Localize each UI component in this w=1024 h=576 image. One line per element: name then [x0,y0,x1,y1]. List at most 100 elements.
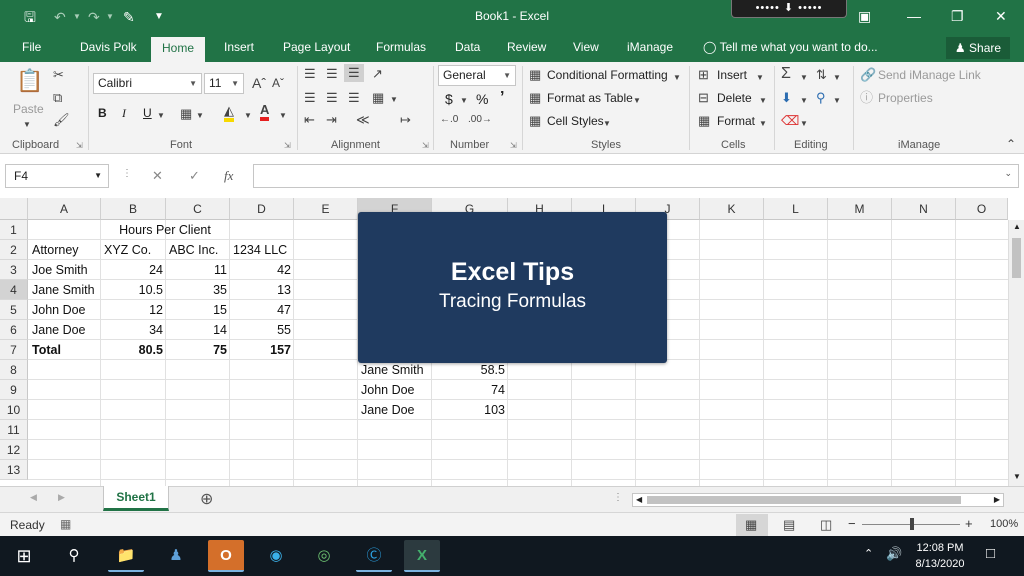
paste-dropdown-icon[interactable]: ▼ [23,117,31,133]
name-cell[interactable]: Joe Smith [29,260,101,280]
underline-dropdown-icon[interactable]: ▼ [157,108,165,124]
italic-button[interactable]: I [122,106,126,121]
insert-cells-button[interactable]: Insert [717,68,747,82]
chevron-down-icon[interactable]: ▼ [633,93,641,109]
formula-input[interactable]: ⌄ [253,164,1019,188]
middle-align-icon[interactable]: ☰ [326,66,338,82]
decrease-decimal-icon[interactable]: .00→ [468,112,492,128]
value-cell[interactable]: 11 [166,260,230,280]
row-header[interactable]: 6 [0,320,28,340]
column-header[interactable]: L [764,198,828,220]
value-cell[interactable]: 24 [101,260,166,280]
clear-dropdown-icon[interactable]: ▼ [800,116,808,132]
expand-formula-icon[interactable]: ⌄ [1004,168,1012,179]
chevron-down-icon[interactable]: ▼ [759,116,767,132]
clear-icon[interactable]: ⌫ [781,113,799,129]
row-header[interactable]: 8 [0,360,28,380]
conditional-formatting-button[interactable]: Conditional Formatting [547,68,668,82]
font-size-select[interactable]: 11 ▼ [204,73,244,94]
total-cell[interactable]: 75 [166,340,230,360]
autosum-icon[interactable]: Σ [781,66,791,82]
name-cell[interactable]: Jane Doe [29,320,101,340]
fill-color-icon[interactable]: ◭ [224,104,234,122]
sort-dropdown-icon[interactable]: ▼ [833,70,841,86]
tab-imanage[interactable]: iManage [627,40,673,54]
zoom-out-button[interactable]: − [848,516,856,531]
copy-icon[interactable]: ⧉ [53,90,62,106]
row-header[interactable]: 1 [0,220,28,240]
row-header[interactable]: 3 [0,260,28,280]
tab-formulas[interactable]: Formulas [376,40,426,54]
cell-styles-button[interactable]: Cell Styles [547,114,604,128]
scroll-left-icon[interactable]: ◀ [636,495,642,504]
value-cell[interactable]: 35 [166,280,230,300]
page-break-view-icon[interactable]: ◫ [820,517,832,533]
number-format-select[interactable]: General ▼ [438,65,516,86]
tab-file[interactable]: File [22,40,41,54]
decrease-font-icon[interactable]: Aˇ [272,75,284,91]
chevron-down-icon[interactable]: ▼ [756,70,764,86]
tab-insert[interactable]: Insert [224,40,254,54]
page-layout-view-icon[interactable]: ▤ [783,517,795,533]
file-explorer-icon[interactable]: 📁 [108,540,144,572]
header-cell[interactable]: Attorney [29,240,101,260]
percent-button[interactable]: % [476,91,488,107]
format-cells-button[interactable]: Format [717,114,755,128]
top-align-icon[interactable]: ☰ [304,66,316,82]
share-button[interactable]: ♟ Share [946,37,1010,59]
prev-sheet-icon[interactable]: ◀ [30,492,37,503]
tab-davis-polk[interactable]: Davis Polk [80,40,137,54]
zoom-in-button[interactable]: + [965,516,973,531]
tab-review[interactable]: Review [507,40,546,54]
minimize-icon[interactable]: — [907,8,921,24]
show-hidden-icons[interactable]: ⌃ [864,547,873,560]
underline-button[interactable]: U [143,106,152,120]
cut-icon[interactable]: ✂ [53,67,64,83]
add-sheet-icon[interactable]: ⊕ [200,489,213,509]
fill-dropdown-icon[interactable]: ▼ [800,93,808,109]
next-sheet-icon[interactable]: ▶ [58,492,65,503]
value-cell[interactable]: 42 [230,260,294,280]
paste-icon[interactable]: 📋 [16,68,43,94]
name-box[interactable]: F4 ▼ [5,164,109,188]
properties-button[interactable]: Properties [878,91,933,105]
total-cell[interactable]: 157 [230,340,294,360]
tell-me-search[interactable]: ◯ Tell me what you want to do... [703,40,878,54]
summary-name-cell[interactable]: John Doe [358,380,432,400]
column-header[interactable]: D [230,198,294,220]
scroll-right-icon[interactable]: ▶ [994,495,1000,504]
wrap-text-icon[interactable]: ↦ [400,112,411,128]
value-cell[interactable]: 47 [230,300,294,320]
row-header[interactable]: 9 [0,380,28,400]
excel-icon[interactable]: X [404,540,440,572]
skype-icon[interactable]: Ⓒ [356,540,392,572]
column-header[interactable]: N [892,198,956,220]
row-header[interactable]: 13 [0,460,28,480]
close-icon[interactable]: ✕ [995,8,1007,24]
system-clock[interactable]: 12:08 PM 8/13/2020 [908,540,972,572]
insert-function-icon[interactable]: fx [224,168,233,184]
column-header[interactable]: A [28,198,101,220]
font-name-select[interactable]: Calibri ▼ [93,73,202,94]
scroll-up-icon[interactable]: ▲ [1013,222,1021,231]
text-direction-icon[interactable]: ≪ [356,112,370,128]
bold-button[interactable]: B [98,106,107,120]
clipboard-launcher-icon[interactable]: ⇲ [76,141,83,150]
font-launcher-icon[interactable]: ⇲ [284,141,291,150]
edge-icon[interactable]: ◉ [258,540,294,572]
row-header[interactable]: 7 [0,340,28,360]
row-header[interactable]: 11 [0,420,28,440]
summary-value-cell[interactable]: 74 [432,380,508,400]
paste-label[interactable]: Paste [13,102,44,116]
bottom-align-icon[interactable]: ☰ [344,64,364,82]
tab-page-layout[interactable]: Page Layout [283,40,350,54]
row-header[interactable]: 2 [0,240,28,260]
value-cell[interactable]: 10.5 [101,280,166,300]
borders-dropdown-icon[interactable]: ▼ [196,108,204,124]
notification-icon[interactable]: □ [986,545,995,562]
browser-icon[interactable]: ◎ [306,540,342,572]
comma-style-button[interactable]: ’ [500,89,504,107]
merge-dropdown-icon[interactable]: ▼ [390,92,398,108]
tab-data[interactable]: Data [455,40,480,54]
format-as-table-button[interactable]: Format as Table [547,91,633,105]
